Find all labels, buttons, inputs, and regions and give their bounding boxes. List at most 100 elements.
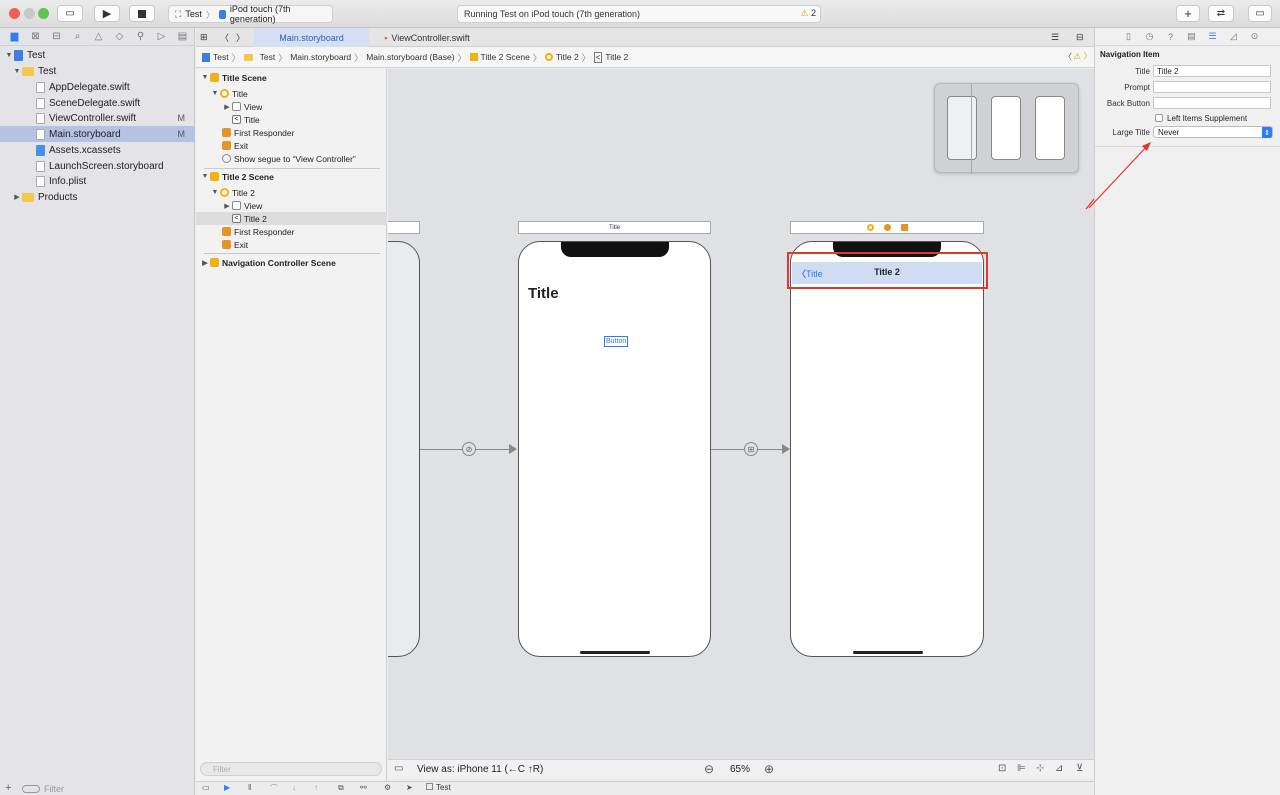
list-item[interactable]: Assets.xcassets (0, 142, 195, 158)
hide-debug-icon[interactable]: ▭ (202, 783, 210, 792)
list-item-selected[interactable]: Main.storyboard M (0, 126, 195, 142)
embed-icon[interactable]: ⊻ (1076, 763, 1083, 774)
symbol-tab-icon[interactable]: ⊟ (46, 29, 67, 45)
tree-project[interactable]: ▼ Test (0, 47, 195, 63)
outline-item[interactable]: ▶ View (196, 100, 387, 113)
outline-item[interactable]: ▶ View (196, 199, 387, 212)
memory-graph-icon[interactable]: ⚯ (360, 783, 367, 792)
title-field[interactable]: Title 2 (1153, 65, 1271, 77)
search-tab-icon[interactable]: ⌕ (67, 29, 88, 45)
show-segue-icon[interactable]: ⊞ (744, 442, 758, 456)
outline-item-selected[interactable]: < Title 2 (196, 212, 387, 225)
outline-item[interactable]: ▼ Title (196, 87, 387, 100)
zoom-in-icon[interactable]: ⊕ (764, 762, 774, 776)
breadcrumb-item[interactable]: Title 2 Scene (481, 52, 530, 62)
warning-badge[interactable]: ⚠ 2 (800, 8, 816, 19)
add-file-icon[interactable]: + (5, 782, 11, 794)
outline-item[interactable]: First Responder (196, 126, 387, 139)
navigator-filter[interactable]: Filter (22, 783, 192, 795)
run-button[interactable]: ▶ (94, 5, 120, 22)
outline-item[interactable]: Show segue to “View Controller” (196, 152, 387, 165)
align-icon[interactable]: ⊫ (1017, 763, 1026, 774)
editor-grid-icon[interactable]: ⊞ (200, 28, 208, 47)
left-items-checkbox[interactable] (1155, 114, 1163, 122)
breakpoints-icon[interactable]: ▶ (224, 783, 230, 792)
size-inspector-icon[interactable]: ◿ (1224, 29, 1243, 45)
help-inspector-icon[interactable]: ? (1161, 29, 1180, 45)
breakpoint-tab-icon[interactable]: ▷ (151, 29, 172, 45)
step-over-icon[interactable]: ⌒ (270, 783, 278, 794)
report-tab-icon[interactable]: ▤ (172, 29, 193, 45)
viewcontroller-icon[interactable] (866, 224, 874, 231)
breadcrumb-item[interactable]: Main.storyboard (Base) (366, 52, 454, 62)
tab-viewcontroller-swift[interactable]: ▪ ViewController.swift (372, 28, 482, 47)
pause-icon[interactable]: ‖ (248, 783, 251, 792)
code-review-button[interactable]: ⇄ (1208, 5, 1234, 22)
list-item[interactable]: LaunchScreen.storyboard (0, 158, 195, 174)
zoom-out-icon[interactable]: ⊖ (704, 762, 714, 776)
source-control-tab-icon[interactable]: ⊠ (25, 29, 46, 45)
title-scene-phone[interactable]: Title Button (518, 241, 711, 657)
outline-toggle-icon[interactable]: ▭ (394, 763, 403, 774)
library-button[interactable]: + (1176, 5, 1200, 22)
debug-target[interactable]: Test (426, 783, 451, 792)
breadcrumb-item[interactable]: Title 2 (605, 52, 628, 62)
connections-inspector-icon[interactable]: ⊙ (1245, 29, 1264, 45)
scene-dock[interactable] (790, 221, 984, 234)
jump-back-icon[interactable]: 〈 (1063, 51, 1072, 63)
exit-icon[interactable] (900, 224, 908, 231)
step-in-icon[interactable]: ↓ (292, 783, 296, 792)
minimize-window-icon[interactable] (24, 8, 35, 19)
inspector-toggle-button[interactable]: ▭ (1248, 5, 1272, 22)
scene-dock[interactable]: Title (518, 221, 711, 234)
tree-products[interactable]: ▶ Products (0, 189, 195, 205)
history-inspector-icon[interactable]: ◷ (1140, 29, 1159, 45)
pin-icon[interactable]: ⊹ (1036, 763, 1044, 774)
stop-button[interactable] (129, 5, 155, 22)
tree-group[interactable]: ▼ Test (0, 63, 195, 79)
root-segue-icon[interactable]: ⊘ (462, 442, 476, 456)
breadcrumb-item[interactable]: Test (213, 52, 229, 62)
list-item[interactable]: SceneDelegate.swift (0, 95, 195, 111)
scene-dock[interactable] (388, 221, 420, 234)
list-item[interactable]: Info.plist (0, 173, 195, 189)
view-hierarchy-icon[interactable]: ⧉ (338, 783, 344, 793)
navigator-toggle-button[interactable]: ▭ (57, 5, 83, 22)
update-frames-icon[interactable]: ⊡ (998, 763, 1006, 774)
breadcrumb-item[interactable]: Main.storyboard (290, 52, 351, 62)
warning-icon[interactable]: ⚠ 〉 (1074, 50, 1092, 62)
attributes-inspector-icon[interactable]: ☰ (1203, 29, 1222, 45)
close-window-icon[interactable] (9, 8, 20, 19)
identity-inspector-icon[interactable]: ▤ (1182, 29, 1201, 45)
add-editor-icon[interactable]: ⊟ (1076, 28, 1084, 47)
prompt-field[interactable] (1153, 81, 1271, 93)
tab-main-storyboard[interactable]: Main.storyboard (254, 28, 369, 47)
step-out-icon[interactable]: ↑ (314, 783, 318, 792)
view-as-button[interactable]: View as: iPhone 11 (←C ↑R) (417, 764, 543, 775)
first-responder-icon[interactable] (883, 224, 891, 231)
issue-tab-icon[interactable]: △ (88, 29, 109, 45)
title2-scene-phone[interactable]: 〈Title Title 2 (790, 241, 984, 657)
outline-item[interactable]: ▼ Title 2 (196, 186, 387, 199)
back-button-field[interactable] (1153, 97, 1271, 109)
storyboard-canvas[interactable]: ⊘ Title Title Button ⊞ 〈Title Title 2 (388, 69, 1094, 759)
canvas-minimap[interactable] (934, 83, 1079, 174)
test-tab-icon[interactable]: ◇ (109, 29, 130, 45)
zoom-window-icon[interactable] (38, 8, 49, 19)
outline-filter[interactable]: Filter (200, 762, 382, 776)
resolve-icon[interactable]: ⊿ (1055, 763, 1063, 774)
outline-item[interactable]: < Title (196, 113, 387, 126)
debug-tab-icon[interactable]: ⚲ (130, 29, 151, 45)
list-item[interactable]: ViewController.swift M (0, 110, 195, 126)
file-inspector-icon[interactable]: ▯ (1119, 29, 1138, 45)
environment-icon[interactable]: ⚙ (384, 783, 391, 792)
breadcrumb-item[interactable]: Test (260, 52, 276, 62)
large-title-select[interactable]: Never ⇕ (1153, 126, 1273, 138)
back-icon[interactable]: 〈 (220, 28, 229, 47)
scheme-selector[interactable]: ⛶ Test 〉 iPod touch (7th generation) (168, 4, 333, 24)
editor-options-icon[interactable]: ☰ (1051, 28, 1059, 47)
breadcrumb-item[interactable]: Title 2 (556, 52, 579, 62)
folder-tab-icon[interactable]: ▆ (4, 29, 25, 45)
outline-item[interactable]: First Responder (196, 225, 387, 238)
outline-item[interactable]: Exit (196, 139, 387, 152)
